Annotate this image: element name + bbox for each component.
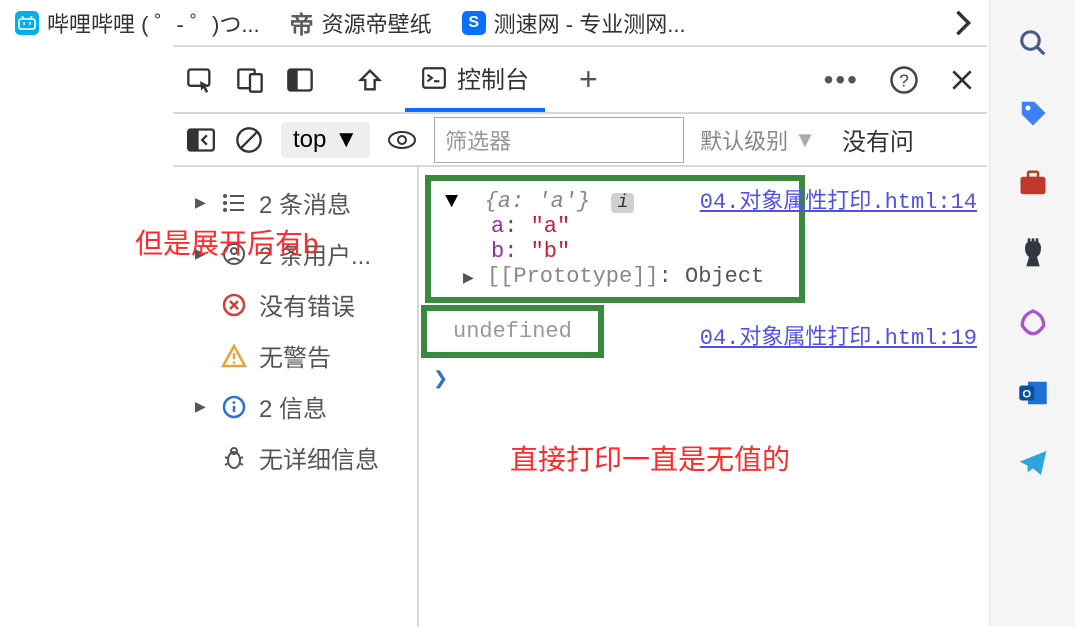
collapse-icon: ▼ (445, 189, 458, 214)
expand-icon: ▶ (195, 398, 209, 415)
bookmarks-bar: 哔哩哔哩 ( ゜- ゜)つ... 帝 资源帝壁纸 S 测速网 - 专业测网... (0, 0, 987, 45)
error-icon (221, 293, 247, 317)
sidebar-verbose-row[interactable]: 无详细信息 (173, 432, 417, 483)
inspect-icon[interactable] (185, 65, 215, 95)
proto-label: [[Prototype]] (487, 264, 659, 289)
more-icon[interactable]: ••• (824, 64, 859, 96)
prop-key: b (491, 239, 504, 264)
console-toolbar: top ▼ 筛选器 默认级别 ▼ 没有问 (173, 112, 987, 167)
live-expression-icon[interactable] (386, 124, 418, 156)
devtools-tabs-header: 控制台 + ••• ? (173, 47, 987, 112)
add-tab-button[interactable]: + (565, 61, 612, 98)
dock-side-icon[interactable] (285, 65, 315, 95)
outlook-icon[interactable]: O (1016, 376, 1050, 410)
prop-val: "b" (531, 239, 571, 264)
tag-icon[interactable] (1016, 96, 1050, 130)
object-property-row: b: "b" (445, 239, 779, 264)
sidebar-label: 没有错误 (259, 287, 355, 322)
help-icon[interactable]: ? (889, 65, 919, 95)
devtools-panel: 控制台 + ••• ? top ▼ 筛选器 默 (173, 45, 987, 627)
object-property-row: a: "a" (445, 214, 779, 239)
toggle-sidebar-icon[interactable] (185, 124, 217, 156)
console-undefined-box: undefined (421, 305, 604, 358)
proto-val: Object (685, 264, 764, 289)
bug-icon (221, 445, 247, 471)
prop-val: "a" (531, 214, 571, 239)
svg-text:?: ? (899, 70, 909, 90)
chevron-down-icon: ▼ (794, 127, 816, 153)
bookmark-bilibili[interactable]: 哔哩哔哩 ( ゜- ゜)つ... (15, 7, 260, 39)
console-output: 04.对象属性打印.html:14 ▼ {a: 'a'} i a: "a" b:… (419, 167, 987, 627)
tab-console[interactable]: 控制台 (405, 47, 545, 112)
sidebar-label: 2 信息 (259, 389, 327, 424)
object-summary: {a: 'a'} (485, 189, 591, 214)
bookmark-speedtest[interactable]: S 测速网 - 专业测网... (462, 7, 686, 39)
chevron-down-icon: ▼ (334, 126, 358, 154)
log-level-selector[interactable]: 默认级别 ▼ (700, 124, 816, 156)
level-label: 默认级别 (700, 124, 788, 156)
tab-label: 控制台 (457, 60, 529, 95)
clear-console-icon[interactable] (233, 124, 265, 156)
prop-key: a (491, 214, 504, 239)
source-link[interactable]: 04.对象属性打印.html:19 (700, 319, 977, 351)
chevron-right-icon[interactable] (954, 9, 972, 37)
sidebar-label: 无详细信息 (259, 440, 379, 475)
expand-icon: ▶ (195, 194, 209, 211)
sidebar-info-row[interactable]: ▶ 2 信息 (173, 381, 417, 432)
telegram-icon[interactable] (1016, 446, 1050, 480)
source-link[interactable]: 04.对象属性打印.html:14 (700, 183, 977, 215)
svg-text:O: O (1022, 388, 1031, 400)
close-icon[interactable] (949, 67, 975, 93)
filter-input[interactable]: 筛选器 (434, 117, 684, 163)
bookmark-label: 哔哩哔哩 ( ゜- ゜)つ... (47, 7, 260, 39)
sidebar-warnings-row[interactable]: 无警告 (173, 330, 417, 381)
search-icon[interactable] (1016, 26, 1050, 60)
bookmark-label: 测速网 - 专业测网... (494, 7, 686, 39)
issues-text: 没有问 (842, 122, 914, 157)
sidebar-errors-row[interactable]: 没有错误 (173, 279, 417, 330)
expand-icon: ▶ (463, 271, 474, 287)
bilibili-icon (15, 11, 39, 35)
elements-tab-icon[interactable] (355, 65, 385, 95)
annotation-text: 但是展开后有b (135, 222, 319, 262)
sidebar-messages-row[interactable]: ▶ 2 条消息 (173, 177, 417, 228)
filter-placeholder: 筛选器 (445, 129, 511, 154)
context-label: top (293, 126, 326, 154)
sidebar-label: 2 条消息 (259, 185, 351, 220)
console-icon (421, 65, 447, 91)
undefined-text: undefined (453, 319, 572, 344)
info-icon (221, 395, 247, 419)
device-emulation-icon[interactable] (235, 65, 265, 95)
prompt-indicator[interactable]: ❯ (419, 358, 987, 400)
context-selector[interactable]: top ▼ (281, 122, 370, 158)
chess-icon[interactable] (1016, 236, 1050, 270)
copilot-icon[interactable] (1016, 306, 1050, 340)
annotation-text: 直接打印一直是无值的 (510, 438, 790, 478)
sidebar-label: 无警告 (259, 338, 331, 373)
prototype-row[interactable]: ▶ [[Prototype]]: Object (445, 264, 779, 289)
speedtest-icon: S (462, 11, 486, 35)
info-badge-icon[interactable]: i (611, 193, 634, 213)
briefcase-icon[interactable] (1016, 166, 1050, 200)
di-icon: 帝 (290, 11, 314, 35)
bookmark-label: 资源帝壁纸 (322, 7, 432, 39)
browser-right-rail: O (989, 0, 1075, 626)
list-icon (221, 193, 247, 213)
warning-icon (221, 344, 247, 368)
bookmark-wallpaper[interactable]: 帝 资源帝壁纸 (290, 7, 432, 39)
